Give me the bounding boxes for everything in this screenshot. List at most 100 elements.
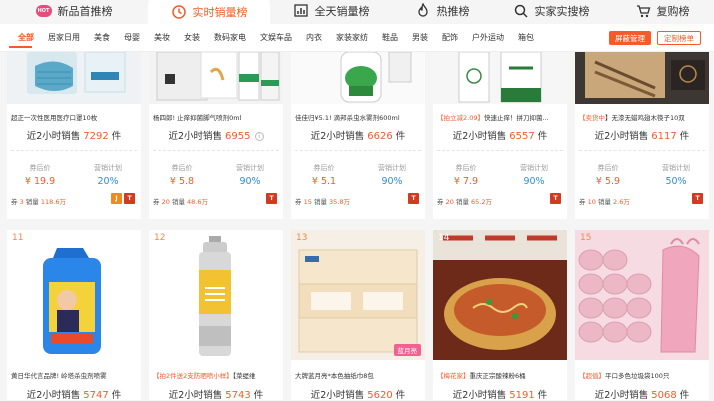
coupon-price-label: 券后价 [313, 164, 335, 172]
category-men[interactable]: 男装 [405, 24, 435, 52]
category-baby[interactable]: 母婴 [117, 24, 147, 52]
tab-hot-push[interactable]: 热推榜 [392, 0, 492, 22]
product-image[interactable] [575, 230, 709, 360]
commission-rate: 50% [665, 176, 687, 187]
hot-badge-icon: HOT [35, 5, 52, 17]
sales-line: 近2小时销售 5191 件 [452, 390, 548, 401]
category-bar: 全部 居家日用 美食 母婴 美妆 女装 数码家电 文娱车品 内衣 家装家纺 鞋品… [0, 24, 714, 52]
tmall-icon: T [266, 193, 277, 204]
sales-line: 近2小时销售 5068 件 [594, 390, 690, 401]
block-management-button[interactable]: 屏蔽管理 [609, 31, 651, 45]
search-icon [514, 4, 528, 18]
sales-line: 近2小时销售 6955 i [149, 128, 283, 142]
rank-number: 13 [296, 233, 308, 243]
product-card[interactable]: 【卖货中】无漆无蜡鸡翅木筷子10双 近2小时销售 6117 件 券后价 营销计划… [575, 52, 709, 219]
category-digital[interactable]: 数码家电 [207, 24, 253, 52]
product-title[interactable]: 超正一次性医用医疗口罩10枚 [11, 112, 137, 122]
sales-line: 近2小时销售 5743 件 [168, 390, 264, 401]
product-grid: 超正一次性医用医疗口罩10枚 近2小时销售 7292 件 券后价 营销计划 ¥ … [0, 52, 714, 401]
coupon-price-label: 券后价 [455, 164, 477, 172]
product-image[interactable] [7, 230, 141, 360]
product-image[interactable] [149, 52, 283, 104]
product-card[interactable]: 12 【拍2件送2支防晒喷小样】【菜缇维 近2小时销售 5743 件 [149, 230, 283, 401]
sales-count: 5068 [651, 390, 677, 401]
product-title[interactable]: 佳佳归¥5.1! 滴邦杀虫水雾剂600ml [295, 112, 421, 122]
coupon-price-label: 券后价 [171, 164, 193, 172]
category-accessories[interactable]: 配饰 [435, 24, 465, 52]
product-title[interactable]: 黄日华代言品牌! 岭塔杀虫剂喷雾 [11, 370, 137, 380]
sales-count: 7292 [83, 131, 109, 142]
coupon-sold-info: 券 20 销量 48.6万 [153, 198, 208, 206]
category-outdoor[interactable]: 户外运动 [465, 24, 511, 52]
tab-label: 全天销量榜 [314, 5, 370, 18]
bar-chart-icon [293, 4, 308, 17]
ranking-tab-bar: HOT 新品首推榜 实时销量榜 全天销量榜 热推榜 实家实搜榜 复购榜 [0, 0, 714, 24]
sales-count: 6626 [367, 131, 393, 142]
custom-list-button[interactable]: 定制榜单 [657, 31, 701, 45]
coupon-sold-info: 券 10 销量 2.6万 [579, 198, 630, 206]
product-card[interactable]: 15 【超值】平口多色垃圾袋100只 近2小时销售 5068 件 [575, 230, 709, 401]
sales-count: 6955 [225, 131, 251, 142]
category-women[interactable]: 女装 [177, 24, 207, 52]
coupon-price-label: 券后价 [29, 164, 51, 172]
product-image[interactable] [7, 52, 141, 104]
product-image[interactable] [575, 52, 709, 104]
coupon-price: ¥ 7.9 [453, 176, 479, 187]
category-entertainment[interactable]: 文娱车品 [253, 24, 299, 52]
tmall-icon: T [408, 193, 419, 204]
coupon-sold-info: 券 15 销量 35.8万 [295, 198, 350, 206]
sales-count: 6117 [651, 131, 677, 142]
category-underwear[interactable]: 内衣 [299, 24, 329, 52]
category-all[interactable]: 全部 [0, 24, 41, 52]
tab-realtime-sales[interactable]: 实时销量榜 [148, 0, 270, 24]
product-title[interactable]: 【超值】平口多色垃圾袋100只 [579, 370, 705, 380]
tab-new-products[interactable]: HOT 新品首推榜 [0, 0, 148, 22]
commission-label: 营销计划 [662, 164, 690, 172]
commission-label: 营销计划 [236, 164, 264, 172]
product-card[interactable]: 11 黄日华代言品牌! 岭塔杀虫剂喷雾 近2小时销售 5747 件 [7, 230, 141, 401]
product-title[interactable]: 杨四郎! 止痒抑菌脚气喷剂0ml [153, 112, 279, 122]
info-icon: i [254, 132, 264, 141]
product-title[interactable]: 大牌蓝月亮*本色抽纸巾8包 [295, 370, 421, 380]
product-title[interactable]: 【梅花家】重庆正宗酸辣粉6桶 [437, 370, 563, 380]
category-beauty[interactable]: 美妆 [147, 24, 177, 52]
category-bags[interactable]: 箱包 [511, 24, 541, 52]
commission-rate: 20% [97, 176, 119, 187]
category-food[interactable]: 美食 [87, 24, 117, 52]
tab-label: 热推榜 [436, 5, 470, 18]
category-shoes[interactable]: 鞋品 [375, 24, 405, 52]
product-card[interactable]: 杨四郎! 止痒抑菌脚气喷剂0ml 近2小时销售 6955 i 券后价 营销计划 … [149, 52, 283, 219]
category-home-decor[interactable]: 家装家纺 [329, 24, 375, 52]
tab-label: 复购榜 [656, 5, 690, 18]
cart-icon [636, 5, 650, 18]
product-card[interactable]: 【拍立减2.09】快速止痒！拼刀抑菌... 近2小时销售 6557 件 券后价 … [433, 52, 567, 219]
coupon-price: ¥ 5.8 [169, 176, 195, 187]
rank-number: 14 [438, 233, 450, 243]
product-image[interactable] [291, 230, 425, 360]
product-image[interactable] [149, 230, 283, 360]
product-image[interactable] [433, 52, 567, 104]
product-title[interactable]: 【拍2件送2支防晒喷小样】【菜缇维 [153, 370, 279, 380]
sales-count: 5743 [225, 390, 251, 401]
tab-repurchase[interactable]: 复购榜 [610, 0, 714, 22]
product-card[interactable]: 13 蓝月亮 大牌蓝月亮*本色抽纸巾8包 近2小时销售 5620 件 [291, 230, 425, 401]
product-card[interactable]: 14 【梅花家】重庆正宗酸辣粉6桶 近2小时销售 5191 件 [433, 230, 567, 401]
product-title[interactable]: 【卖货中】无漆无蜡鸡翅木筷子10双 [579, 112, 705, 122]
tab-search-rank[interactable]: 实家实搜榜 [492, 0, 610, 22]
commission-rate: 90% [381, 176, 403, 187]
jd-icon: J [111, 193, 122, 204]
sales-line: 近2小时销售 6557 件 [452, 131, 548, 142]
product-image[interactable] [291, 52, 425, 104]
sales-count: 5747 [83, 390, 109, 401]
flame-icon [417, 3, 428, 17]
product-card[interactable]: 佳佳归¥5.1! 滴邦杀虫水雾剂600ml 近2小时销售 6626 件 券后价 … [291, 52, 425, 219]
category-home[interactable]: 居家日用 [41, 24, 87, 52]
sales-count: 6557 [509, 131, 535, 142]
product-title[interactable]: 【拍立减2.09】快速止痒！拼刀抑菌... [437, 112, 563, 122]
product-card[interactable]: 超正一次性医用医疗口罩10枚 近2小时销售 7292 件 券后价 营销计划 ¥ … [7, 52, 141, 219]
sales-line: 近2小时销售 6626 件 [310, 131, 406, 142]
coupon-price: ¥ 5.1 [311, 176, 337, 187]
product-image[interactable] [433, 230, 567, 360]
tab-allday-sales[interactable]: 全天销量榜 [270, 0, 392, 22]
sales-line: 近2小时销售 5620 件 [310, 390, 406, 401]
